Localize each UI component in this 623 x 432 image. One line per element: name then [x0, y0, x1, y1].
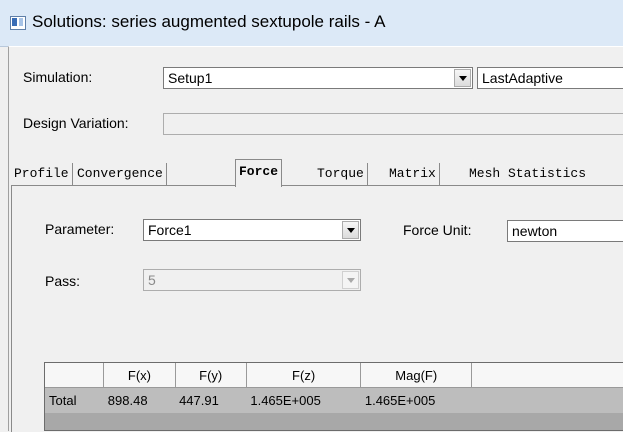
force-unit-label: Force Unit:: [403, 222, 472, 238]
tab-profile[interactable]: Profile: [11, 163, 73, 185]
cell-filler: [471, 387, 623, 413]
tab-mesh-statistics[interactable]: Mesh Statistics: [466, 163, 589, 185]
parameter-value: Force1: [148, 222, 192, 238]
pass-value: 5: [148, 272, 156, 288]
column-header-filler: [471, 363, 623, 388]
table-header-row: F(x) F(y) F(z) Mag(F): [45, 363, 623, 388]
tab-bar: Profile Convergence Force Torque Matrix …: [11, 159, 623, 187]
cell-fx: 898.48: [103, 387, 176, 413]
simulation-label: Simulation:: [23, 69, 93, 85]
chevron-down-icon[interactable]: [342, 221, 359, 239]
window-title: Solutions: series augmented sextupole ra…: [32, 12, 386, 31]
column-header-fz: F(z): [246, 363, 362, 388]
column-header-fx: F(x): [103, 363, 176, 388]
column-header-row-label: [45, 363, 105, 388]
column-header-mag: Mag(F): [360, 363, 473, 388]
tab-convergence[interactable]: Convergence: [74, 163, 167, 185]
simulation-dropdown[interactable]: Setup1: [163, 67, 473, 89]
table-row[interactable]: Total 898.48 447.91 1.465E+005 1.465E+00…: [45, 387, 623, 413]
force-unit-value: newton: [512, 223, 558, 239]
chevron-down-icon[interactable]: [342, 271, 359, 289]
tab-torque[interactable]: Torque: [314, 163, 368, 185]
parameter-dropdown[interactable]: Force1: [143, 219, 361, 241]
tab-matrix[interactable]: Matrix: [386, 163, 440, 185]
solutions-dialog: Simulation: Setup1 LastAdaptive Design V…: [8, 46, 623, 432]
force-results-grid: F(x) F(y) F(z) Mag(F) Total 898.48 447.9…: [44, 362, 623, 431]
title-bar: Solutions: series augmented sextupole ra…: [0, 0, 623, 47]
adaptive-pass-field[interactable]: LastAdaptive: [477, 67, 623, 89]
pass-label: Pass:: [45, 273, 81, 289]
cell-fz: 1.465E+005: [246, 387, 361, 413]
cell-fy: 447.91: [175, 387, 247, 413]
chevron-down-icon[interactable]: [454, 69, 471, 87]
row-label: Total: [45, 387, 104, 413]
cell-mag: 1.465E+005: [360, 387, 472, 413]
design-variation-label: Design Variation:: [23, 115, 129, 131]
adaptive-value: LastAdaptive: [482, 70, 563, 86]
design-variation-field[interactable]: [163, 113, 623, 135]
simulation-value: Setup1: [168, 70, 213, 86]
results-table: F(x) F(y) F(z) Mag(F) Total 898.48 447.9…: [45, 363, 623, 413]
force-unit-field[interactable]: newton: [507, 220, 623, 242]
tab-force[interactable]: Force: [235, 159, 283, 187]
app-window-icon: [10, 16, 26, 30]
column-header-fy: F(y): [175, 363, 247, 388]
pass-dropdown[interactable]: 5: [143, 269, 361, 291]
parameter-label: Parameter:: [45, 221, 115, 237]
